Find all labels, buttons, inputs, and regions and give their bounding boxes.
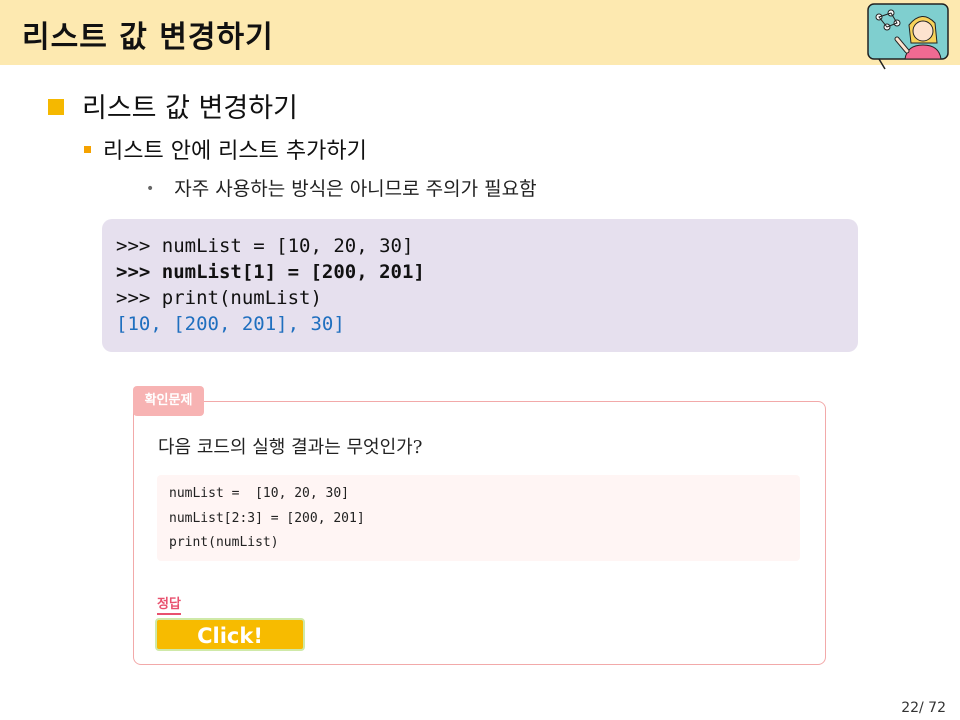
quiz-code-line-2: numList[2:3] = [200, 201] bbox=[169, 511, 365, 526]
answer-label: 정답 bbox=[157, 593, 181, 615]
dot-bullet-icon: • bbox=[146, 181, 155, 197]
quiz-code-line-1: numList = [10, 20, 30] bbox=[169, 486, 350, 501]
reveal-answer-button[interactable]: Click! bbox=[155, 618, 305, 651]
title-bar: 리스트 값 변경하기 bbox=[0, 0, 960, 65]
small-square-bullet-icon bbox=[84, 146, 91, 153]
heading-level1: 리스트 값 변경하기 bbox=[48, 86, 298, 125]
code-line-3: >>> print(numList) bbox=[116, 287, 322, 309]
quiz-question: 다음 코드의 실행 결과는 무엇인가? bbox=[158, 437, 423, 458]
code-line-2: >>> numList[1] = [200, 201] bbox=[116, 261, 425, 283]
code-example-box: >>> numList = [10, 20, 30] >>> numList[1… bbox=[102, 219, 858, 352]
quiz-tab-label: 확인문제 bbox=[133, 386, 204, 416]
quiz-code-box: numList = [10, 20, 30] numList[2:3] = [2… bbox=[157, 475, 800, 561]
page-number: 22/ 72 bbox=[901, 700, 946, 716]
slide-title: 리스트 값 변경하기 bbox=[22, 20, 274, 55]
heading-level1-text: 리스트 값 변경하기 bbox=[82, 93, 298, 124]
code-line-1: >>> numList = [10, 20, 30] bbox=[116, 235, 414, 257]
bullet-level3: • 자주 사용하는 방식은 아니므로 주의가 필요함 bbox=[146, 174, 537, 201]
bullet-level3-text: 자주 사용하는 방식은 아니므로 주의가 필요함 bbox=[174, 178, 537, 200]
heading-level2-text: 리스트 안에 리스트 추가하기 bbox=[103, 139, 367, 164]
teacher-illustration-icon bbox=[867, 3, 949, 70]
quiz-code-line-3: print(numList) bbox=[169, 535, 279, 550]
heading-level2: 리스트 안에 리스트 추가하기 bbox=[84, 133, 367, 165]
square-bullet-icon bbox=[48, 99, 64, 115]
code-output-line: [10, [200, 201], 30] bbox=[116, 313, 345, 335]
